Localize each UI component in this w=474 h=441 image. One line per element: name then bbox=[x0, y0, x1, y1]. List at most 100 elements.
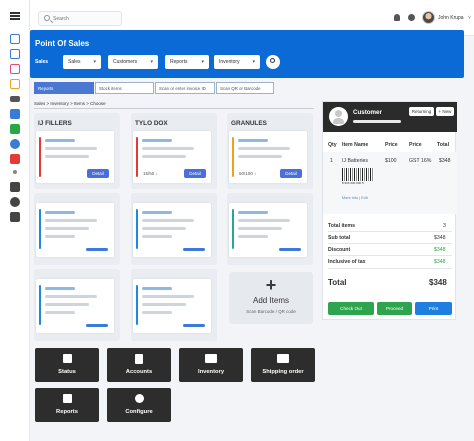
user-icon[interactable] bbox=[10, 139, 20, 149]
inventory-dropdown[interactable]: Inventory ▾ bbox=[214, 55, 260, 69]
box-icon[interactable] bbox=[10, 79, 20, 89]
list-icon[interactable] bbox=[10, 96, 20, 102]
lock-icon[interactable] bbox=[10, 124, 20, 134]
search-input[interactable] bbox=[53, 12, 119, 25]
dropdown-label: Sales bbox=[68, 59, 81, 65]
store-icon[interactable] bbox=[10, 34, 20, 44]
card-pill bbox=[183, 324, 205, 327]
tab-invoice-id[interactable]: Scan or enter invoice ID bbox=[155, 82, 215, 94]
tag-icon[interactable] bbox=[10, 49, 20, 59]
col-item-name: Item Name bbox=[342, 142, 369, 148]
section-title: IJ FILLERS bbox=[38, 120, 72, 127]
truck-icon bbox=[277, 354, 289, 363]
total-items-label: Total items bbox=[328, 223, 355, 229]
search-box[interactable] bbox=[38, 11, 122, 26]
card-pill bbox=[86, 324, 108, 327]
shipping-order-tile[interactable]: Shipping order bbox=[251, 348, 315, 382]
customers-dropdown[interactable]: Customers ▾ bbox=[108, 55, 158, 69]
people-icon[interactable] bbox=[10, 197, 20, 207]
card-line bbox=[142, 155, 186, 158]
card-accent bbox=[232, 209, 234, 249]
card-line bbox=[45, 139, 75, 142]
chevron-down-icon: ▾ bbox=[252, 59, 255, 65]
stock-count: 15/50 bbox=[143, 171, 155, 176]
user-name[interactable]: John Krupa bbox=[438, 15, 464, 21]
card-line bbox=[45, 287, 75, 290]
product-card[interactable]: 15/50 ↓ Detail bbox=[133, 131, 211, 183]
accounts-tile[interactable]: Accounts bbox=[107, 348, 171, 382]
section-title: GRANULES bbox=[231, 120, 267, 127]
dropdown-label: Customers bbox=[113, 59, 138, 65]
detail-button[interactable]: Detail bbox=[280, 169, 302, 178]
chevron-down-icon[interactable]: ˅ bbox=[468, 15, 471, 21]
inventory-tile[interactable]: Inventory bbox=[179, 348, 243, 382]
sales-label: Sales bbox=[35, 59, 49, 65]
breadcrumb: Sales > Inventory > Items > Choose bbox=[34, 101, 106, 106]
card-line bbox=[45, 303, 89, 306]
subtotal-value: $348 bbox=[434, 235, 446, 241]
tile-label: Reports bbox=[56, 409, 78, 415]
barcode-icon bbox=[342, 168, 374, 181]
card-line bbox=[45, 219, 97, 222]
card-line bbox=[45, 211, 75, 214]
product-card[interactable] bbox=[36, 279, 114, 333]
tab-stock-items[interactable]: Stock items bbox=[95, 82, 154, 94]
check-out-button[interactable]: Check Out bbox=[328, 302, 374, 315]
tab-scan-barcode[interactable]: Scan QR or Barcode bbox=[216, 82, 274, 94]
document-icon bbox=[135, 354, 143, 364]
music-icon[interactable] bbox=[10, 182, 20, 192]
avatar[interactable] bbox=[422, 11, 435, 24]
col-price: Price bbox=[385, 142, 398, 148]
card-accent bbox=[39, 137, 41, 177]
discount-value: $348 bbox=[434, 247, 446, 253]
card-line bbox=[45, 235, 75, 238]
reports-tile[interactable]: Reports bbox=[35, 388, 99, 422]
status-tile[interactable]: Status bbox=[35, 348, 99, 382]
chart-icon[interactable] bbox=[10, 109, 20, 119]
item-price: $100 bbox=[385, 158, 397, 164]
gear-icon[interactable] bbox=[408, 14, 415, 21]
new-customer-button[interactable]: + New bbox=[436, 107, 454, 116]
more-info-link[interactable]: More Info | Edit bbox=[342, 196, 368, 200]
tile-label: Configure bbox=[125, 409, 153, 415]
grand-total-label: Total bbox=[328, 278, 347, 287]
tab-reports[interactable]: Reports bbox=[34, 82, 94, 94]
print-button[interactable]: Print bbox=[415, 302, 452, 315]
add-items-button[interactable]: + Add Items Scan Barcode / QR code bbox=[229, 272, 313, 324]
calendar-icon[interactable] bbox=[10, 154, 20, 164]
product-card[interactable]: Detail bbox=[36, 131, 114, 183]
bell-icon[interactable] bbox=[394, 14, 400, 21]
col-total: Total bbox=[437, 142, 450, 148]
arrow-down-icon: ↓ bbox=[155, 171, 158, 176]
reports-dropdown[interactable]: Reports ▾ bbox=[165, 55, 209, 69]
proceed-label: Proceed bbox=[385, 306, 404, 311]
folder-icon[interactable] bbox=[10, 212, 20, 222]
subtotal-label: Sub total bbox=[328, 235, 351, 241]
card-accent bbox=[232, 137, 234, 177]
tile-label: Inventory bbox=[197, 369, 225, 375]
print-label: Print bbox=[428, 306, 439, 311]
customer-avatar-icon[interactable] bbox=[329, 107, 348, 126]
heart-icon[interactable] bbox=[10, 64, 20, 74]
product-card[interactable] bbox=[133, 203, 211, 257]
product-card[interactable] bbox=[229, 203, 307, 257]
product-card[interactable]: 50/100 ↓ Detail bbox=[229, 131, 307, 183]
menu-icon[interactable] bbox=[10, 12, 20, 20]
stock-count: 50/100 bbox=[239, 171, 253, 176]
card-line bbox=[142, 287, 172, 290]
card-line bbox=[142, 303, 186, 306]
card-pill bbox=[86, 248, 108, 251]
product-card[interactable] bbox=[36, 203, 114, 257]
search-button[interactable] bbox=[266, 55, 280, 69]
page-title: Point Of Sales bbox=[35, 39, 90, 48]
divider bbox=[34, 108, 314, 109]
returning-button[interactable]: Returning bbox=[409, 107, 434, 116]
sales-dropdown[interactable]: Sales ▾ bbox=[63, 55, 101, 69]
proceed-button[interactable]: Proceed bbox=[377, 302, 412, 315]
detail-button[interactable]: Detail bbox=[184, 169, 206, 178]
product-card[interactable] bbox=[133, 279, 211, 333]
detail-button[interactable]: Detail bbox=[87, 169, 109, 178]
configure-tile[interactable]: Configure bbox=[107, 388, 171, 422]
chevron-down-icon: ▾ bbox=[150, 59, 153, 65]
dropdown-label: Reports bbox=[170, 59, 188, 65]
